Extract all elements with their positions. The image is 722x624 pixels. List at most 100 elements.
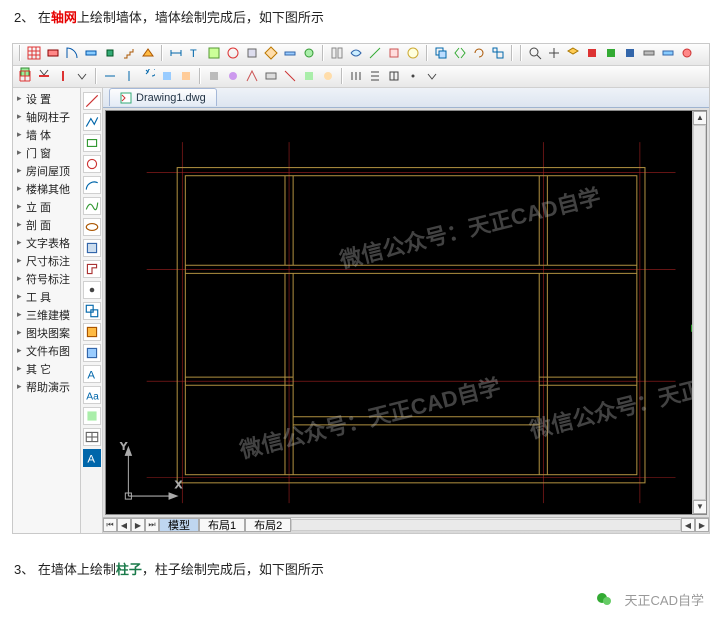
tool-stair-icon[interactable] (121, 45, 137, 61)
tree-item[interactable]: ▸文字表格 (15, 234, 78, 252)
tree-item[interactable]: ▸三维建模 (15, 306, 78, 324)
tool-misc-icon[interactable] (405, 45, 421, 61)
tool-misc-icon[interactable] (263, 45, 279, 61)
tool-misc-icon[interactable] (102, 68, 118, 84)
tool-misc-icon[interactable] (244, 45, 260, 61)
tool-misc-icon[interactable] (367, 68, 383, 84)
tree-item[interactable]: ▸工 具 (15, 288, 78, 306)
palette-arc-icon[interactable] (83, 176, 101, 194)
tree-item[interactable]: ▸轴网柱子 (15, 108, 78, 126)
layout-tab-1[interactable]: 布局1 (199, 518, 245, 532)
file-tab[interactable]: Drawing1.dwg (109, 88, 217, 106)
scroll-track-h[interactable] (291, 519, 681, 531)
tool-dim-icon[interactable] (168, 45, 184, 61)
tool-door-icon[interactable] (64, 45, 80, 61)
tree-item[interactable]: ▸设 置 (15, 90, 78, 108)
tool-misc-icon[interactable] (348, 45, 364, 61)
tool-column-icon[interactable] (102, 45, 118, 61)
tree-item[interactable]: ▸帮助演示 (15, 378, 78, 396)
tool-misc-icon[interactable] (405, 68, 421, 84)
tool-misc-icon[interactable] (263, 68, 279, 84)
tool-wall-icon[interactable] (45, 45, 61, 61)
tool-grid-red-icon[interactable] (17, 68, 33, 84)
scroll-up-button[interactable]: ▲ (693, 111, 707, 125)
palette-text-a-icon[interactable]: A (83, 449, 101, 467)
tool-misc-icon[interactable] (679, 45, 695, 61)
tool-misc-icon[interactable] (55, 68, 71, 84)
tool-misc-icon[interactable] (206, 68, 222, 84)
tree-item[interactable]: ▸图块图案 (15, 324, 78, 342)
tool-misc-icon[interactable] (622, 45, 638, 61)
tool-copy-icon[interactable] (433, 45, 449, 61)
tool-symbol-icon[interactable] (225, 45, 241, 61)
tree-item[interactable]: ▸其 它 (15, 360, 78, 378)
tool-scale-icon[interactable] (490, 45, 506, 61)
tool-misc-icon[interactable] (348, 68, 364, 84)
palette-text-icon[interactable]: A (83, 365, 101, 383)
scroll-right-button[interactable]: ▶ (695, 518, 709, 532)
scrollbar-vertical[interactable]: ▲ ▼ (692, 111, 706, 514)
palette-mtext-icon[interactable]: Aa (83, 386, 101, 404)
tool-misc-icon[interactable] (584, 45, 600, 61)
tool-misc-icon[interactable] (159, 68, 175, 84)
tree-item[interactable]: ▸符号标注 (15, 270, 78, 288)
tree-item[interactable]: ▸门 窗 (15, 144, 78, 162)
tool-layer-icon[interactable] (565, 45, 581, 61)
palette-region-icon[interactable] (83, 407, 101, 425)
palette-spline-icon[interactable] (83, 197, 101, 215)
tree-item[interactable]: ▸楼梯其他 (15, 180, 78, 198)
palette-polyline-icon[interactable] (83, 113, 101, 131)
tool-misc-icon[interactable] (386, 68, 402, 84)
tool-misc-icon[interactable] (225, 68, 241, 84)
palette-copy-icon[interactable] (83, 302, 101, 320)
tool-hatch-icon[interactable] (206, 45, 222, 61)
tool-misc-icon[interactable] (301, 68, 317, 84)
tool-misc-icon[interactable] (301, 45, 317, 61)
tree-item[interactable]: ▸墙 体 (15, 126, 78, 144)
palette-line-icon[interactable] (83, 92, 101, 110)
tool-misc-icon[interactable] (660, 45, 676, 61)
scroll-down-button[interactable]: ▼ (693, 500, 707, 514)
tool-misc-icon[interactable] (178, 68, 194, 84)
tool-misc-icon[interactable] (641, 45, 657, 61)
tool-roof-icon[interactable] (140, 45, 156, 61)
tool-misc-icon[interactable] (603, 45, 619, 61)
palette-circle-icon[interactable] (83, 155, 101, 173)
tool-mirror-icon[interactable] (452, 45, 468, 61)
tool-misc-icon[interactable] (386, 45, 402, 61)
tool-misc-icon[interactable] (329, 45, 345, 61)
tool-rotate-icon[interactable] (471, 45, 487, 61)
scroll-last-button[interactable]: ⏭ (145, 518, 159, 532)
tool-misc-icon[interactable] (121, 68, 137, 84)
drawing-canvas[interactable]: X Y 微信公众号：天正CAD自学 微信公众号：天正CAD自学 微信公众号：天正… (105, 110, 707, 515)
palette-rect-icon[interactable] (83, 134, 101, 152)
tool-grid-icon[interactable] (26, 45, 42, 61)
tree-item[interactable]: ▸立 面 (15, 198, 78, 216)
layout-tab-model[interactable]: 模型 (159, 518, 199, 532)
tool-misc-icon[interactable] (282, 45, 298, 61)
tool-chevron-down-icon[interactable] (74, 68, 90, 84)
tool-misc-icon[interactable] (367, 45, 383, 61)
tool-text-icon[interactable]: T (187, 45, 203, 61)
palette-block-icon[interactable] (83, 323, 101, 341)
layout-tab-2[interactable]: 布局2 (245, 518, 291, 532)
palette-insert-icon[interactable] (83, 344, 101, 362)
palette-point-icon[interactable] (83, 281, 101, 299)
tool-zoom-icon[interactable] (527, 45, 543, 61)
tree-item[interactable]: ▸文件布图 (15, 342, 78, 360)
tool-window-icon[interactable] (83, 45, 99, 61)
tool-undo-icon[interactable] (140, 68, 156, 84)
tree-item[interactable]: ▸房间屋顶 (15, 162, 78, 180)
palette-table-icon[interactable] (83, 428, 101, 446)
tool-misc-icon[interactable] (244, 68, 260, 84)
palette-ellipse-icon[interactable] (83, 218, 101, 236)
tool-misc-icon[interactable] (36, 68, 52, 84)
tool-pan-icon[interactable] (546, 45, 562, 61)
scroll-next-button[interactable]: ▶ (131, 518, 145, 532)
scroll-left-button[interactable]: ◀ (681, 518, 695, 532)
tool-chevron-down-icon[interactable] (424, 68, 440, 84)
palette-hatch-icon[interactable] (83, 239, 101, 257)
palette-boundary-icon[interactable] (83, 260, 101, 278)
tree-item[interactable]: ▸剖 面 (15, 216, 78, 234)
scroll-track[interactable] (693, 125, 706, 500)
